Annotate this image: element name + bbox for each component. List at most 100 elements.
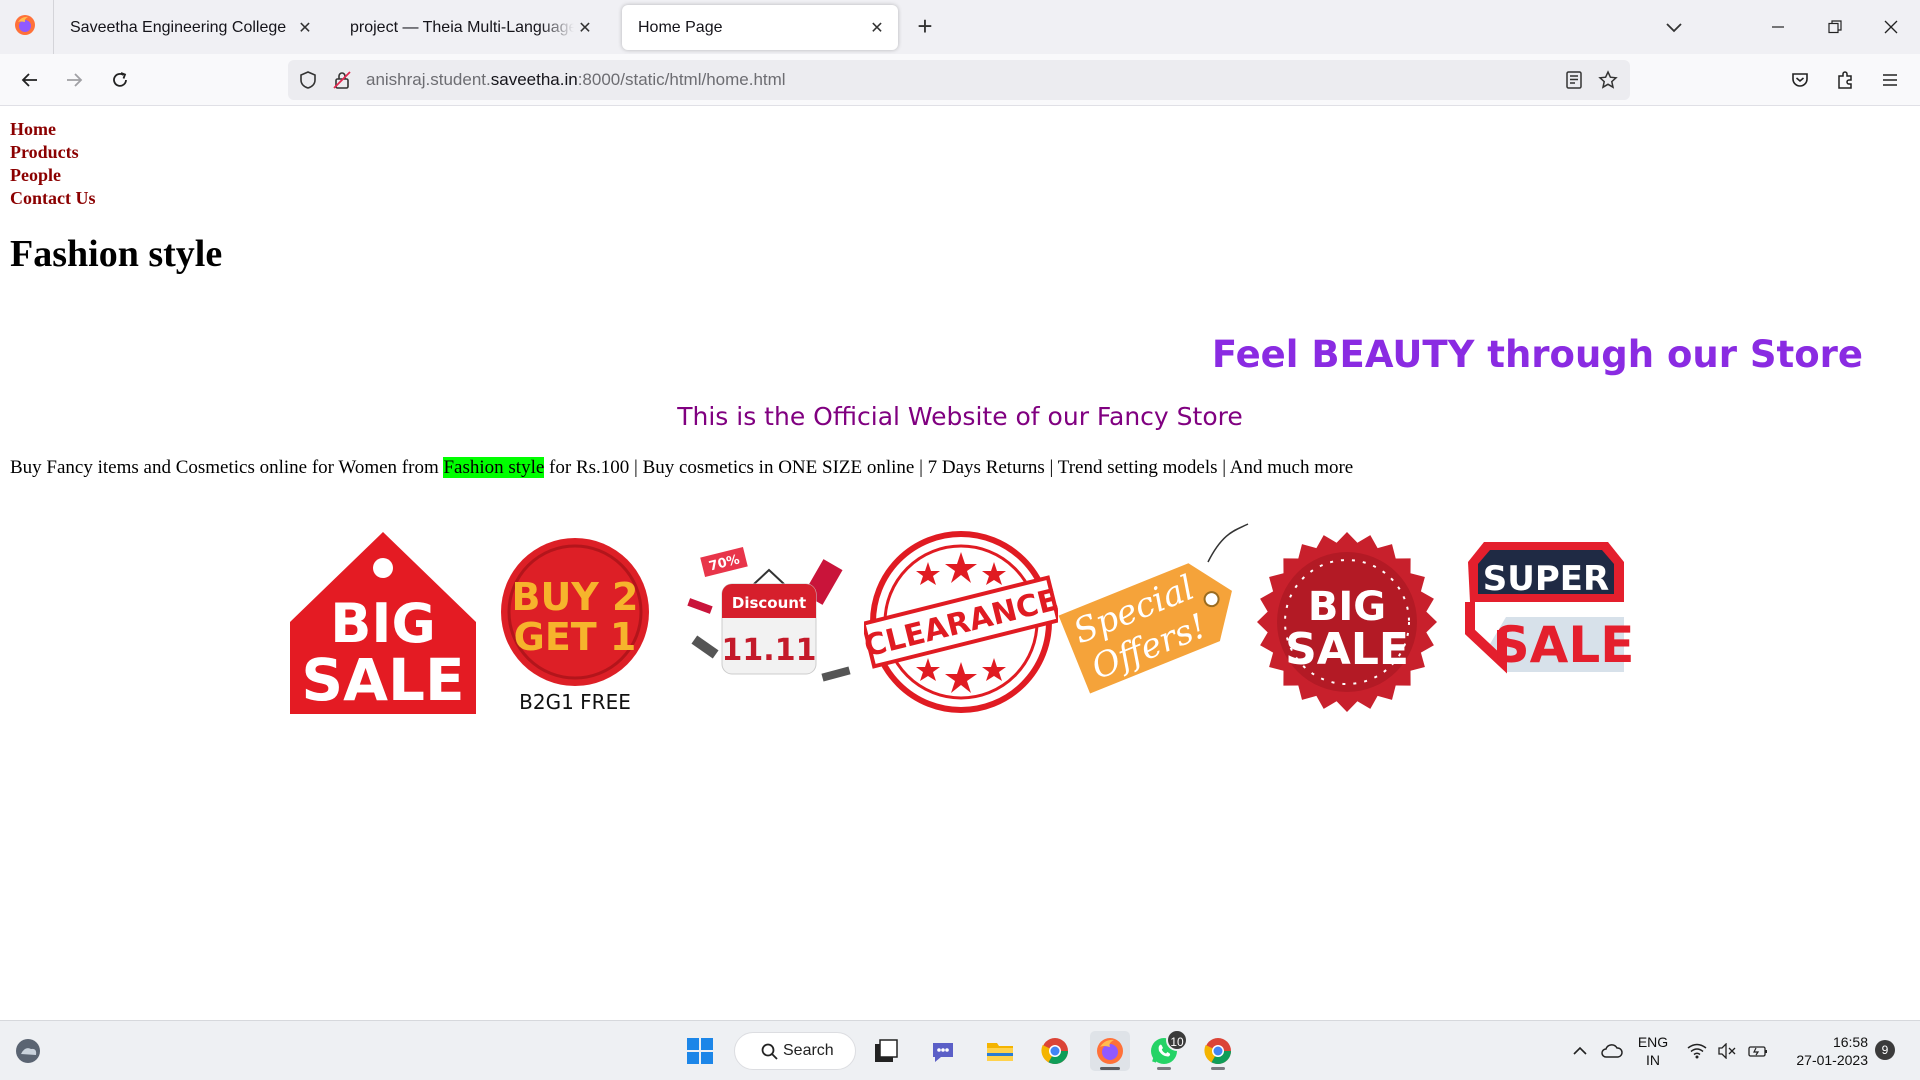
pocket-button[interactable] <box>1784 64 1816 96</box>
url-subdomain: anishraj.student. <box>366 70 491 89</box>
reader-view-icon[interactable] <box>1564 70 1584 90</box>
folder-icon <box>987 1043 1013 1061</box>
close-icon[interactable]: ✕ <box>866 17 888 39</box>
firefox-icon <box>1097 1038 1123 1064</box>
search-icon <box>761 1043 778 1060</box>
menu-link-home[interactable]: Home <box>10 118 96 141</box>
url-path: :8000/static/html/home.html <box>577 70 786 89</box>
url-text[interactable]: anishraj.student.saveetha.in:8000/static… <box>366 70 786 90</box>
promo-caption: B2G1 FREE <box>519 690 631 714</box>
promo-text: SALE <box>301 646 464 714</box>
language-indicator[interactable]: ENG IN <box>1632 1031 1674 1071</box>
tab-label: project — Theia Multi-Language Explorer <box>350 18 574 36</box>
special-offers-tag-image: Special Offers! <box>1058 523 1249 694</box>
insecure-lock-icon[interactable] <box>332 70 352 90</box>
minimize-button[interactable] <box>1763 12 1793 42</box>
promo-text: Discount <box>732 594 806 612</box>
teams-chat-button[interactable] <box>923 1031 963 1071</box>
close-icon[interactable]: ✕ <box>294 17 316 39</box>
start-button[interactable] <box>680 1031 720 1071</box>
promo-text: GET 1 <box>514 615 637 659</box>
active-indicator <box>1100 1067 1120 1070</box>
firefox-icon[interactable] <box>14 14 36 36</box>
back-button[interactable] <box>14 64 46 96</box>
web-page: Home Products People Contact Us Fashion … <box>0 107 1920 1020</box>
menu-link-people[interactable]: People <box>10 164 96 187</box>
windows-taskbar: Search 10 ENG IN 16:58 27-01-2023 <box>0 1020 1920 1080</box>
clock-time: 16:58 <box>1832 1034 1868 1050</box>
weather-widget[interactable] <box>8 1031 48 1071</box>
hamburger-icon <box>1883 74 1897 86</box>
notification-badge: 10 <box>1166 1029 1188 1051</box>
extensions-button[interactable] <box>1829 64 1861 96</box>
promo-text: SALE <box>1285 624 1409 675</box>
arrow-right-icon <box>67 73 83 87</box>
battery-charging-icon <box>1748 1046 1767 1057</box>
navigation-toolbar: anishraj.student.saveetha.in:8000/static… <box>0 54 1920 106</box>
discount-calendar-image: 70% Discount 11.11 <box>687 546 851 682</box>
store-description: Buy Fancy items and Cosmetics online for… <box>10 457 1353 479</box>
volume-button[interactable] <box>1714 1031 1740 1071</box>
restore-icon <box>1828 20 1842 34</box>
chevron-up-icon <box>1573 1046 1587 1055</box>
promo-text: 11.11 <box>722 633 817 668</box>
tab-home-page[interactable]: Home Page ✕ <box>622 5 898 50</box>
wifi-icon <box>1687 1043 1707 1059</box>
show-hidden-icons-button[interactable] <box>1568 1031 1592 1071</box>
firefox-button[interactable] <box>1090 1031 1130 1071</box>
address-bar[interactable]: anishraj.student.saveetha.in:8000/static… <box>288 60 1630 100</box>
page-title: Fashion style <box>10 233 223 275</box>
task-view-button[interactable] <box>866 1031 906 1071</box>
highlighted-brand: Fashion style <box>443 457 545 478</box>
store-subtitle: This is the Official Website of our Fanc… <box>677 402 1243 431</box>
promo-text: BUY 2 <box>511 575 638 619</box>
reload-button[interactable] <box>104 64 136 96</box>
buy2-get1-badge-image: BUY 2 GET 1 B2G1 FREE <box>501 538 649 714</box>
tab-bar: Saveetha Engineering College ✕ project —… <box>0 0 1920 54</box>
close-icon[interactable]: ✕ <box>574 17 596 39</box>
menu-button[interactable] <box>1874 64 1906 96</box>
clock-date: 27-01-2023 <box>1796 1052 1868 1068</box>
clearance-stamp-image: CLEARANCE <box>864 531 1058 713</box>
big-sale-seal-image: BIG SALE <box>1257 532 1437 712</box>
onedrive-button[interactable] <box>1598 1031 1626 1071</box>
description-text: for Rs.100 | Buy cosmetics in ONE SIZE o… <box>544 457 1354 478</box>
notification-center-badge[interactable]: 9 <box>1875 1040 1895 1060</box>
arrow-left-icon <box>21 73 37 87</box>
restore-button[interactable] <box>1820 12 1850 42</box>
chrome-button[interactable] <box>1035 1031 1075 1071</box>
site-menu: Home Products People Contact Us <box>10 118 96 210</box>
file-explorer-button[interactable] <box>980 1031 1020 1071</box>
whatsapp-button[interactable]: 10 <box>1144 1029 1188 1071</box>
bookmark-star-icon[interactable] <box>1598 70 1618 90</box>
description-text: Buy Fancy items and Cosmetics online for… <box>10 457 444 478</box>
windows-logo-icon <box>687 1038 713 1064</box>
new-tab-button[interactable]: + <box>910 12 940 42</box>
chrome-icon <box>1041 1038 1068 1064</box>
search-label: Search <box>783 1042 834 1059</box>
puzzle-icon <box>1838 71 1852 89</box>
chrome-icon <box>1204 1038 1231 1064</box>
wifi-button[interactable] <box>1684 1031 1710 1071</box>
clock[interactable]: 16:58 27-01-2023 <box>1780 1031 1868 1071</box>
running-indicator <box>1157 1067 1171 1070</box>
tab-label: Home Page <box>638 18 723 36</box>
menu-link-products[interactable]: Products <box>10 141 96 164</box>
tab-saveetha[interactable]: Saveetha Engineering College ✕ <box>54 5 326 50</box>
weather-icon <box>16 1039 40 1063</box>
tab-label: Saveetha Engineering College <box>70 18 287 36</box>
menu-link-contact-us[interactable]: Contact Us <box>10 187 96 210</box>
pocket-icon <box>1792 73 1808 87</box>
battery-button[interactable] <box>1744 1031 1772 1071</box>
tab-theia-project[interactable]: project — Theia Multi-Language Explorer … <box>334 5 606 50</box>
close-window-button[interactable] <box>1876 12 1906 42</box>
chevron-down-icon[interactable] <box>1660 14 1688 42</box>
volume-muted-icon <box>1718 1043 1736 1059</box>
forward-button[interactable] <box>58 64 90 96</box>
super-sale-banner-image: SUPER SALE <box>1465 542 1634 674</box>
cloud-icon <box>1601 1044 1623 1058</box>
language-code: ENG <box>1637 1034 1669 1050</box>
chrome-profile-button[interactable] <box>1198 1031 1238 1071</box>
taskbar-search[interactable]: Search <box>734 1032 856 1070</box>
shield-icon[interactable] <box>298 70 318 90</box>
